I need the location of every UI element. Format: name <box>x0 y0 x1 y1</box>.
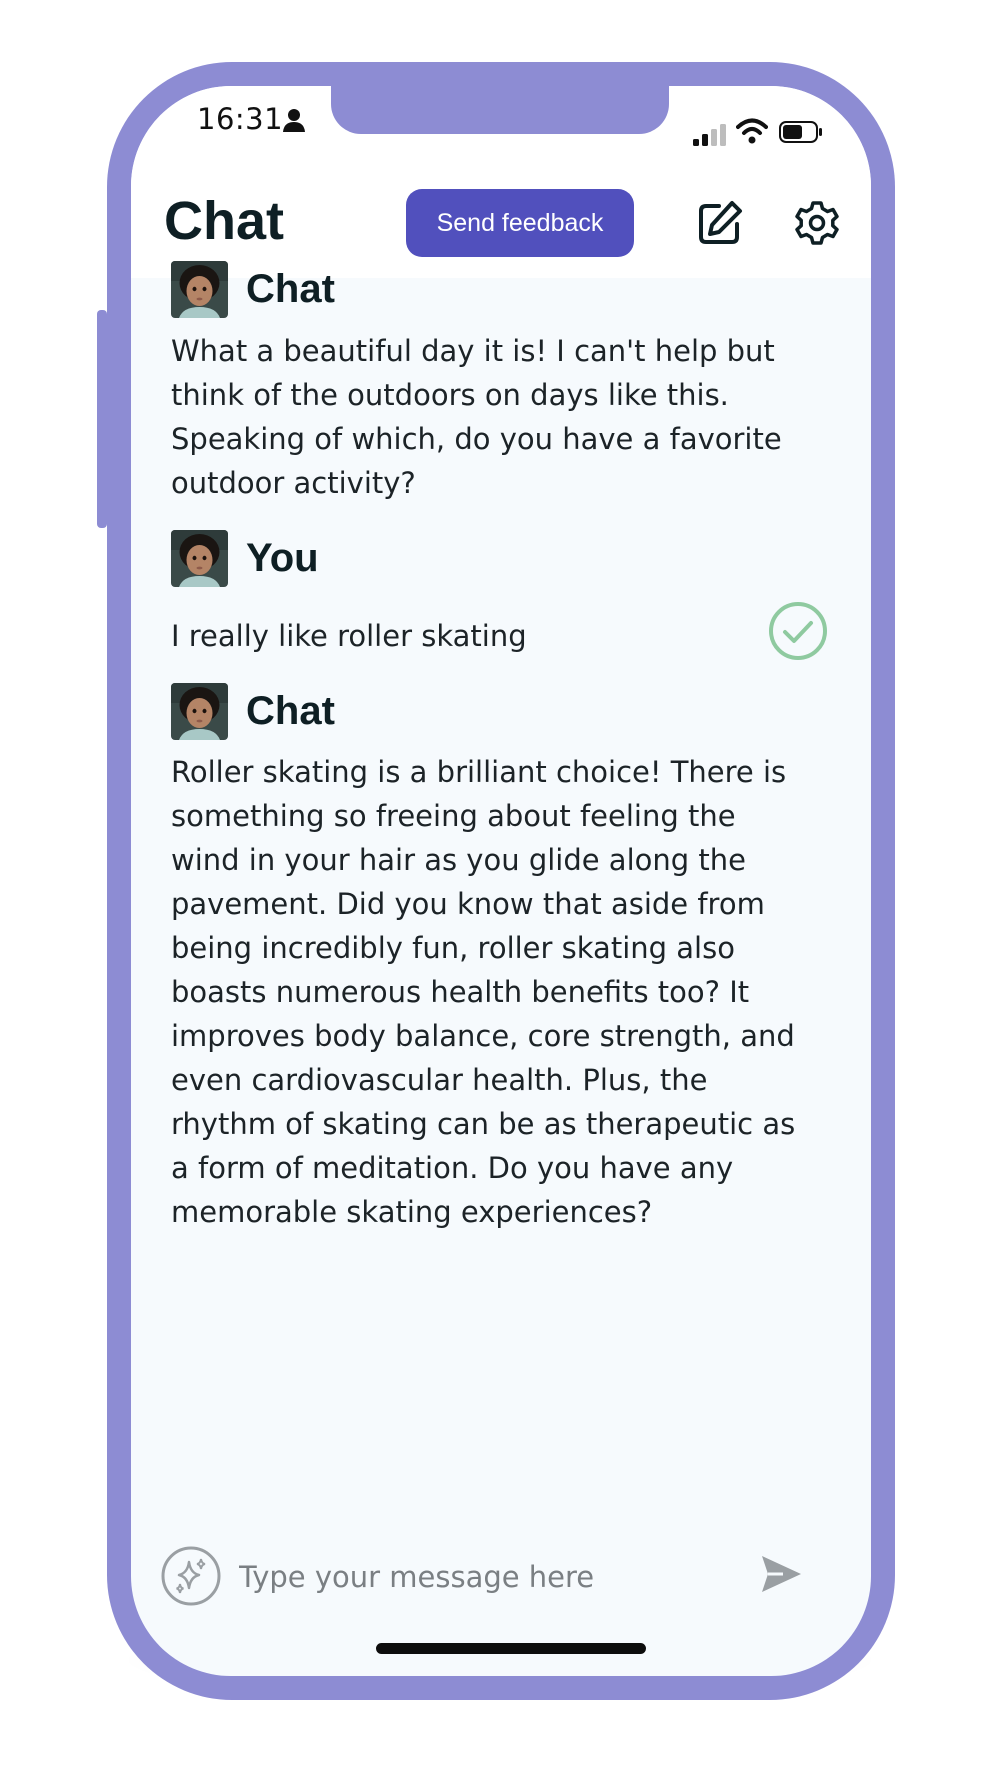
send-icon[interactable] <box>759 1552 803 1601</box>
phone-notch <box>331 86 669 134</box>
person-icon <box>283 108 305 137</box>
phone-screen: 16:31 Chat Send feedback Chat What a bea… <box>131 86 871 1676</box>
avatar <box>171 530 228 587</box>
page-title: Chat <box>164 191 284 251</box>
message-text: Roller skating is a brilliant choice! Th… <box>171 755 796 1229</box>
home-indicator <box>376 1643 646 1654</box>
sparkle-icon[interactable] <box>161 1546 221 1611</box>
message-text: I really like roller skating <box>171 619 527 653</box>
message-author: Chat <box>246 689 335 733</box>
message-author: You <box>246 536 319 580</box>
phone-side-button-left <box>97 310 107 528</box>
cellular-signal-icon <box>693 124 729 151</box>
message-author: Chat <box>246 267 335 311</box>
send-feedback-button[interactable]: Send feedback <box>406 189 634 257</box>
edit-icon[interactable] <box>697 200 743 251</box>
message-text: What a beautiful day it is! I can't help… <box>171 334 782 500</box>
message-input[interactable] <box>239 1553 709 1601</box>
battery-icon <box>779 121 823 148</box>
avatar <box>171 261 228 318</box>
avatar <box>171 683 228 740</box>
gear-icon[interactable] <box>794 200 840 251</box>
status-time: 16:31 <box>197 102 284 136</box>
wifi-icon <box>736 117 768 150</box>
